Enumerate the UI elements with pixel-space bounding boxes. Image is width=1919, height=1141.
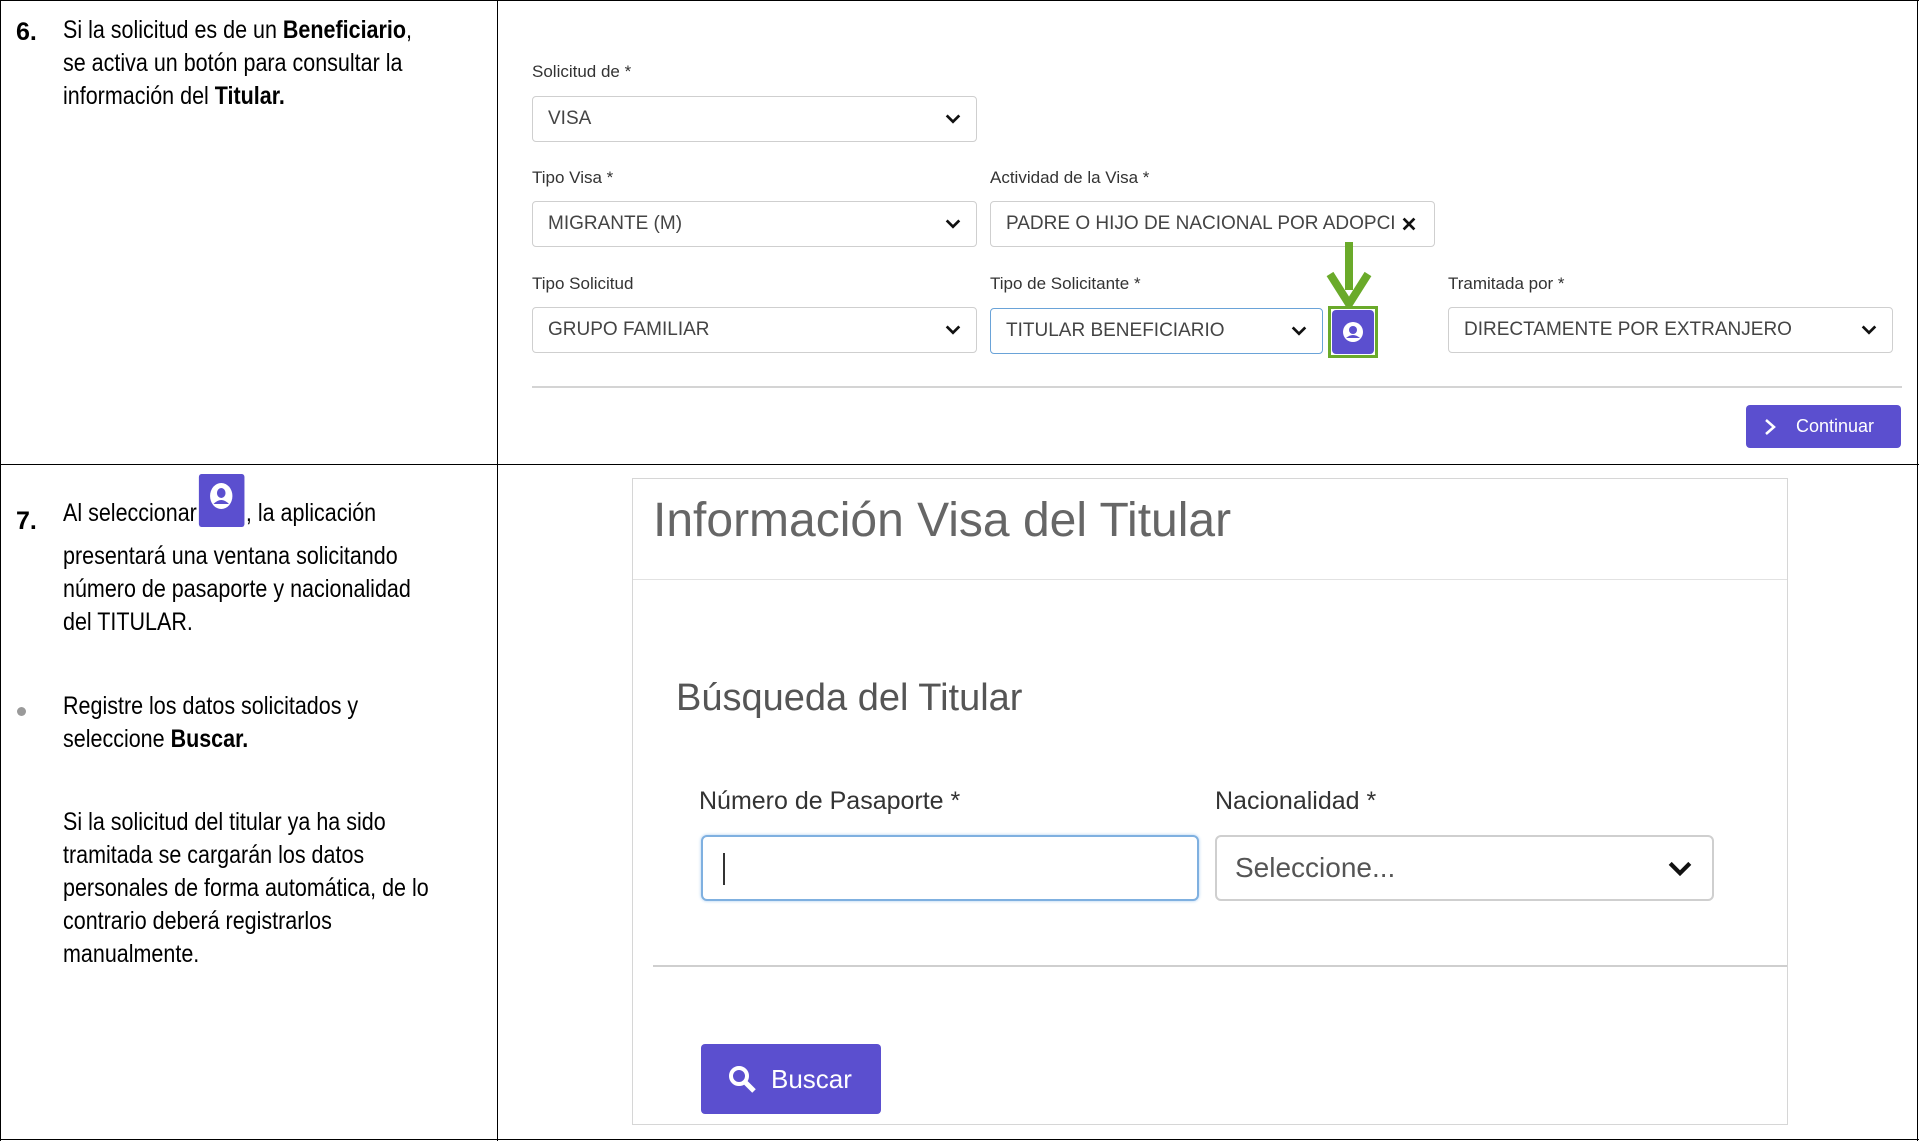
dialog-title: Información Visa del Titular [653,494,1232,547]
step-7-number: 7. [16,507,37,535]
user-circle-icon [198,474,245,527]
table-border-left [0,0,1,1141]
nacionalidad-label: Nacionalidad * [1215,787,1377,815]
tipo-solicitud-label: Tipo Solicitud [532,274,634,293]
chevron-down-icon [945,325,961,335]
arrow-down-annotation-icon [1326,242,1372,308]
solicitud-select[interactable]: VISA [532,96,977,142]
table-column-divider [497,0,498,1141]
solicitud-label: Solicitud de * [532,62,632,81]
tramitada-select[interactable]: DIRECTAMENTE POR EXTRANJERO [1448,307,1893,353]
step-7-bullet: Registre los datos solicitados y selecci… [63,692,359,753]
chevron-down-icon [945,219,961,229]
buscar-button[interactable]: Buscar [701,1044,881,1114]
user-circle-icon [1343,322,1363,342]
chevron-down-icon [1861,325,1877,335]
step-6-number: 6. [16,18,37,46]
bullet-point [17,707,26,716]
tipo-visa-select[interactable]: MIGRANTE (M) [532,201,977,247]
clear-icon[interactable] [1400,215,1418,233]
step-6-description: Si la solicitud es de un Beneficiario, s… [63,16,412,110]
continuar-button[interactable]: Continuar [1746,405,1901,448]
pasaporte-input[interactable] [701,835,1199,901]
tipo-solicitante-select[interactable]: TITULAR BENEFICIARIO [990,308,1323,354]
search-icon [729,1066,756,1093]
chevron-down-icon [945,114,961,124]
chevron-down-icon [1291,326,1307,336]
tipo-solicitud-select[interactable]: GRUPO FAMILIAR [532,307,977,353]
dialog-header-divider [633,579,1787,580]
table-border-bottom [0,1139,1919,1140]
pasaporte-label: Número de Pasaporte * [699,787,961,815]
table-border-top [0,0,1919,1]
titular-dialog: Información Visa del Titular Búsqueda de… [632,478,1788,1125]
nacionalidad-select[interactable]: Seleccione... [1215,835,1714,901]
table-row-divider [0,464,1919,465]
tramitada-label: Tramitada por * [1448,274,1565,293]
chevron-down-icon [1668,861,1692,877]
tipo-visa-label: Tipo Visa * [532,168,614,187]
tipo-solicitante-label: Tipo de Solicitante * [990,274,1141,293]
titular-search-button[interactable] [1332,310,1374,354]
chevron-right-icon [1765,418,1776,435]
step-7-note: Si la solicitud del titular ya ha sido t… [63,808,429,968]
form-divider [532,386,1902,388]
dialog-subtitle: Búsqueda del Titular [676,677,1023,719]
step-7-description: Al seleccionar, la aplicación presentará… [63,471,411,639]
text-cursor [723,853,725,885]
table-border-right [1917,0,1918,1141]
dialog-divider [653,965,1787,967]
actividad-label: Actividad de la Visa * [990,168,1150,187]
